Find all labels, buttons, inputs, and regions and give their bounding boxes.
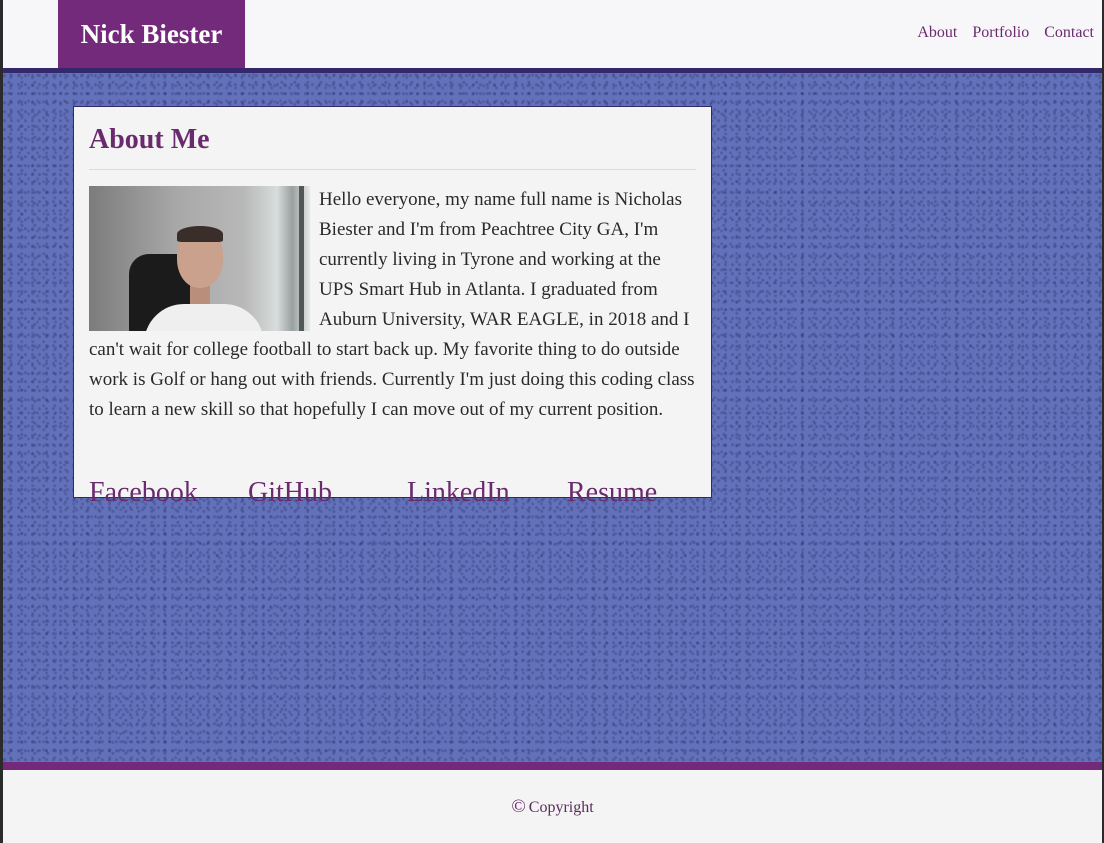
copyright-text: Copyright: [528, 799, 594, 816]
linkedin-link[interactable]: LinkedIn: [407, 477, 510, 509]
brand-logo-link[interactable]: Nick Biester: [58, 0, 245, 68]
copyright-icon: ©: [511, 796, 526, 817]
about-card: About Me Hello everyone, my name full na…: [73, 106, 712, 508]
about-title: About Me: [89, 107, 696, 170]
main-nav: About Portfolio Contact: [902, 24, 1094, 42]
copyright: © Copyright: [3, 796, 1102, 818]
about-bio: Hello everyone, my name full name is Nic…: [89, 185, 696, 425]
resume-link[interactable]: Resume: [567, 477, 657, 509]
facebook-link[interactable]: Facebook: [89, 477, 198, 509]
nav-link-contact[interactable]: Contact: [1044, 24, 1094, 42]
profile-photo: [89, 186, 310, 331]
nav-link-about[interactable]: About: [917, 24, 957, 42]
site-footer: © Copyright: [3, 762, 1102, 843]
nav-link-portfolio[interactable]: Portfolio: [972, 24, 1029, 42]
page: Nick Biester About Portfolio Contact Abo…: [3, 0, 1102, 843]
github-link[interactable]: GitHub: [248, 477, 332, 509]
site-header: Nick Biester About Portfolio Contact: [3, 0, 1102, 73]
main-content: About Me Hello everyone, my name full na…: [3, 73, 1102, 762]
